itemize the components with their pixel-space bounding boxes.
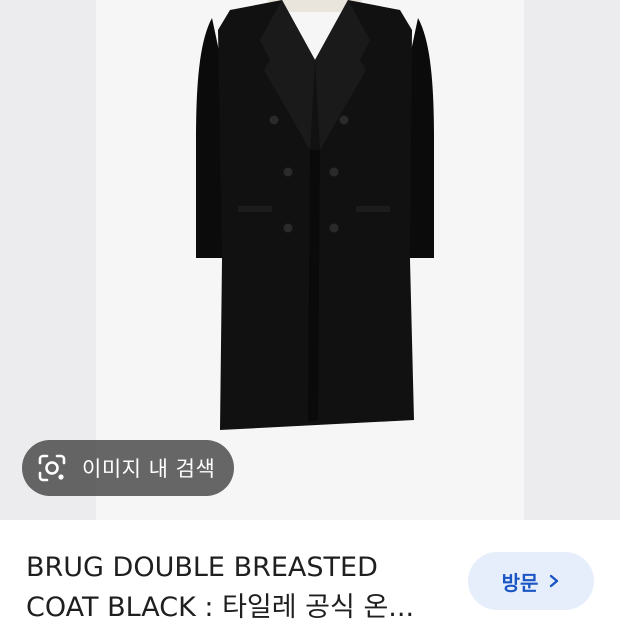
product-image-area[interactable]: 이미지 내 검색 (0, 0, 620, 520)
black-double-breasted-coat-image[interactable] (190, 0, 440, 440)
search-inside-image-label: 이미지 내 검색 (82, 457, 216, 481)
search-inside-image-chip[interactable]: 이미지 내 검색 (22, 440, 234, 496)
visit-button[interactable]: 방문 (468, 552, 594, 610)
chevron-right-icon (550, 574, 559, 588)
visit-button-label: 방문 (501, 570, 539, 595)
lens-camera-icon (38, 454, 66, 482)
result-title[interactable]: BRUG DOUBLE BREASTED COAT BLACK : 타일레 공식… (26, 548, 446, 628)
